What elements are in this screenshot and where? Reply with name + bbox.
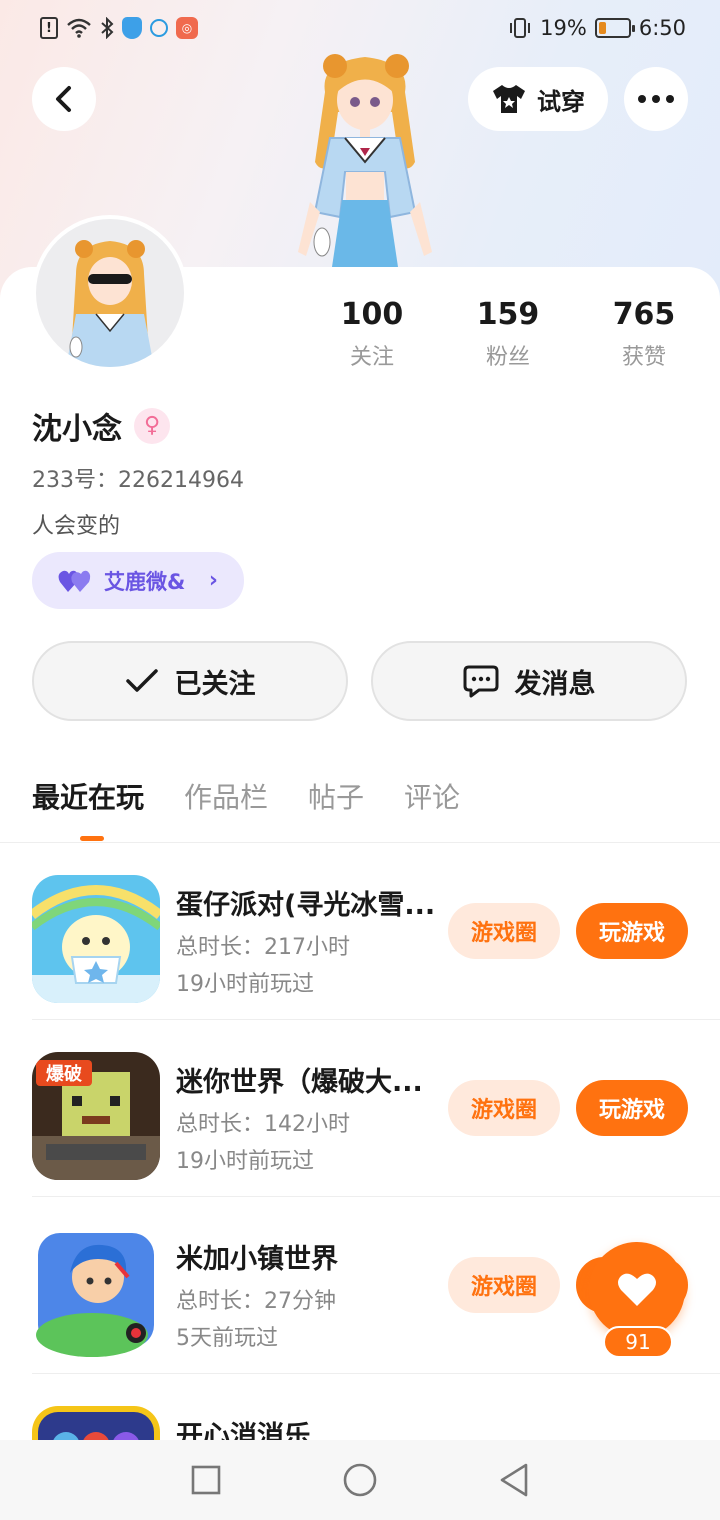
- like-button[interactable]: [589, 1242, 685, 1338]
- game-circle-button[interactable]: 游戏圈: [448, 1257, 560, 1313]
- heart-icon: [618, 1273, 656, 1306]
- relationship-tag[interactable]: 艾鹿微& ›: [32, 552, 244, 609]
- profile-tabs: 最近在玩 作品栏 帖子 评论: [32, 776, 460, 822]
- game-total-time: 总时长：142小时: [176, 1112, 350, 1137]
- stat-fans-count: 159: [476, 297, 540, 332]
- back-nav-icon[interactable]: [498, 1462, 530, 1498]
- back-arrow-icon: [56, 86, 71, 112]
- send-message-label: 发消息: [514, 668, 596, 700]
- game-title: 米加小镇世界: [176, 1244, 338, 1275]
- followed-label: 已关注: [174, 668, 256, 700]
- try-on-label: 试穿: [537, 87, 585, 116]
- tshirt-icon: [493, 85, 525, 113]
- stat-fans-label: 粉丝: [485, 345, 530, 370]
- avatar-character-figure: [298, 54, 432, 267]
- tab-comments[interactable]: 评论: [404, 776, 460, 822]
- game-title: 开心消消乐: [176, 1421, 311, 1440]
- game-row[interactable]: 爆破 迷你世界（爆破大... 总时长：142小时 19小时前玩过 游戏圈 玩游戏: [0, 1020, 720, 1197]
- female-gender-icon: ♀: [134, 408, 170, 444]
- chat-bubble-icon: [463, 665, 498, 698]
- double-heart-icon: [58, 570, 91, 592]
- play-game-button[interactable]: 玩游戏: [576, 1080, 688, 1136]
- chevron-right-icon: ›: [208, 568, 218, 593]
- stat-likes[interactable]: 765 获赞: [576, 297, 712, 371]
- battery-icon: [594, 18, 635, 38]
- more-options-button[interactable]: [624, 67, 688, 131]
- home-icon[interactable]: [342, 1462, 378, 1498]
- recent-apps-icon[interactable]: [190, 1464, 222, 1496]
- user-bio: 人会变的: [32, 514, 121, 539]
- clock: 6:50: [638, 16, 686, 40]
- active-tab-indicator: [80, 836, 104, 841]
- back-button[interactable]: [32, 67, 96, 131]
- avatar-image: [36, 219, 184, 367]
- battery-percent: 19%: [540, 16, 587, 40]
- system-navigation-bar: [0, 1440, 720, 1520]
- game-circle-button[interactable]: 游戏圈: [448, 1080, 560, 1136]
- stat-likes-count: 765: [612, 297, 676, 332]
- game-last-played: 19小时前玩过: [176, 972, 314, 997]
- try-on-button[interactable]: 试穿: [468, 67, 608, 131]
- stat-fans[interactable]: 159 粉丝: [440, 297, 576, 371]
- bluetooth-icon: [100, 17, 114, 39]
- game-icon-eggy-party[interactable]: [32, 875, 160, 1003]
- tab-works[interactable]: 作品栏: [184, 776, 268, 822]
- user-name: 沈小念: [32, 412, 122, 447]
- stat-following-label: 关注: [349, 345, 394, 370]
- avatar[interactable]: [32, 215, 188, 371]
- profile-stats: 100 关注 159 粉丝 765 获赞: [304, 297, 712, 371]
- vibrate-icon: [508, 17, 532, 39]
- wifi-icon: [66, 17, 92, 39]
- game-last-played: 5天前玩过: [176, 1326, 278, 1351]
- game-row[interactable]: 蛋仔派对(寻光冰雪... 总时长：217小时 19小时前玩过 游戏圈 玩游戏: [0, 843, 720, 1020]
- relationship-tag-label: 艾鹿微&: [104, 569, 186, 594]
- more-dots-icon: [638, 95, 674, 103]
- user-id: 233号：226214964: [32, 468, 244, 493]
- stat-following-count: 100: [340, 297, 404, 332]
- game-title: 迷你世界（爆破大...: [176, 1067, 423, 1098]
- game-total-time: 总时长：217小时: [176, 935, 350, 960]
- status-left-icons: ! ◎: [40, 17, 198, 39]
- game-icon-miga-town[interactable]: [32, 1229, 160, 1357]
- send-message-button[interactable]: 发消息: [371, 641, 687, 721]
- game-total-time: 总时长：27分钟: [176, 1289, 336, 1314]
- followed-button[interactable]: 已关注: [32, 641, 348, 721]
- stat-following[interactable]: 100 关注: [304, 297, 440, 371]
- status-right-icons: 19% 6:50: [508, 16, 686, 40]
- name-row: 沈小念 ♀: [32, 404, 170, 448]
- game-icon-happy-elimination[interactable]: [32, 1406, 160, 1440]
- game-row[interactable]: 开心消消乐: [0, 1374, 720, 1440]
- checkmark-icon: [125, 669, 158, 692]
- network-app-icon: [150, 19, 168, 37]
- status-bar: ! ◎ 19% 6:50: [0, 0, 720, 56]
- notification-app-icon: ◎: [176, 17, 198, 39]
- like-count: 91: [603, 1326, 673, 1358]
- tab-recently-played[interactable]: 最近在玩: [32, 776, 144, 822]
- game-circle-button[interactable]: 游戏圈: [448, 903, 560, 959]
- game-last-played: 19小时前玩过: [176, 1149, 314, 1174]
- stat-likes-label: 获赞: [621, 345, 666, 370]
- tab-posts[interactable]: 帖子: [308, 776, 364, 822]
- play-game-button[interactable]: 玩游戏: [576, 903, 688, 959]
- svg-text:爆破: 爆破: [46, 1063, 82, 1085]
- game-title: 蛋仔派对(寻光冰雪...: [176, 890, 436, 921]
- game-icon-mini-world[interactable]: 爆破: [32, 1052, 160, 1180]
- sim-alert-icon: !: [40, 17, 58, 39]
- security-app-icon: [122, 17, 142, 39]
